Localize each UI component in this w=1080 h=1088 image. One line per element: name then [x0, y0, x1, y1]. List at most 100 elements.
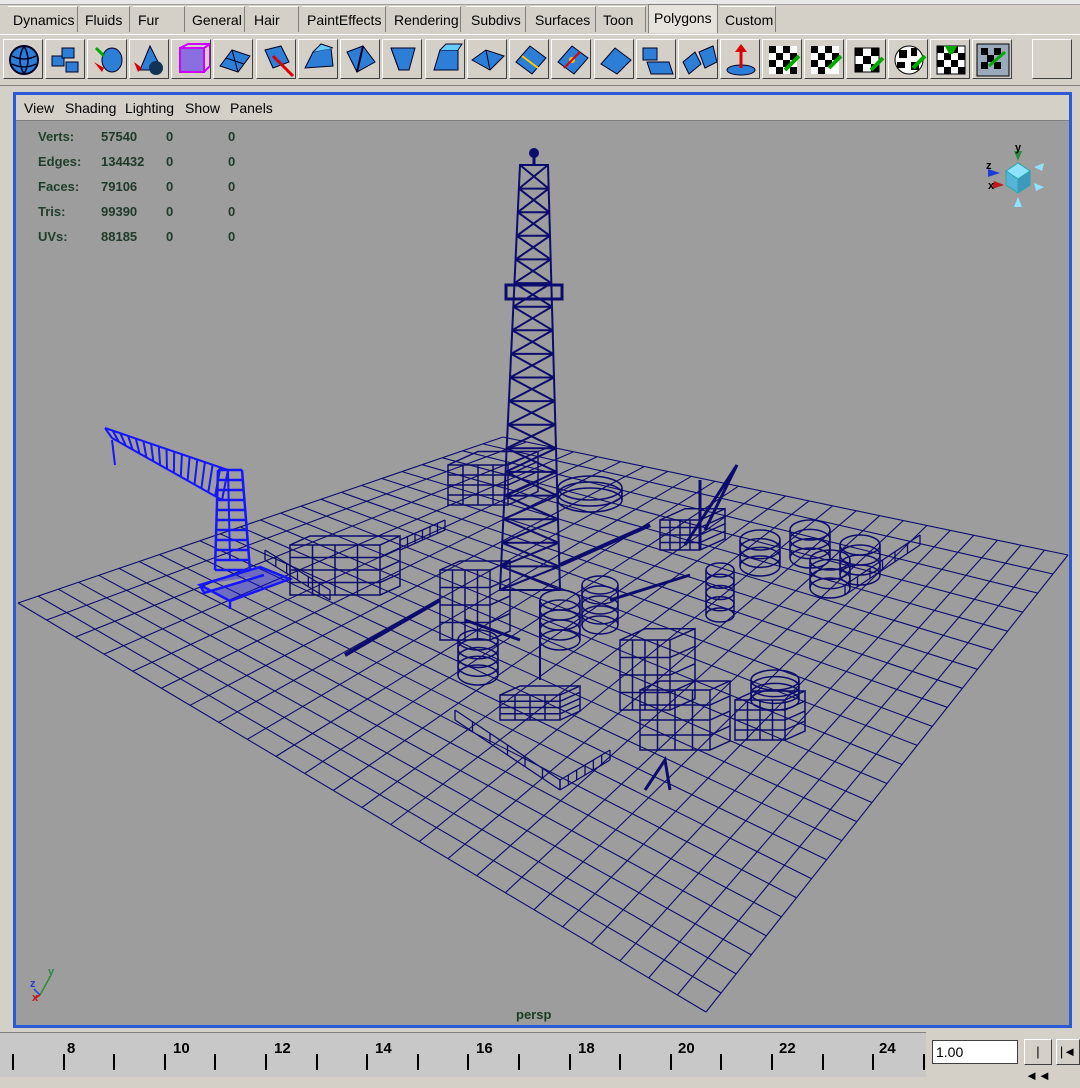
- hud-label: Tris:: [38, 204, 66, 219]
- menu-show[interactable]: Show: [185, 100, 220, 116]
- time-tick: [316, 1054, 318, 1070]
- tab-custom[interactable]: Custom: [720, 6, 776, 32]
- crane-selected[interactable]: [104, 427, 294, 609]
- hud-value-triangles: 0: [228, 129, 236, 144]
- time-tick: [619, 1054, 621, 1070]
- combine-button[interactable]: [636, 39, 676, 79]
- polygon-cone-button[interactable]: [129, 39, 169, 79]
- hud-value-total: 57540: [101, 129, 138, 144]
- extrude-face-icon: [304, 43, 334, 69]
- tab-general[interactable]: General: [187, 6, 245, 32]
- tab-dynamics[interactable]: Dynamics: [8, 6, 78, 32]
- view-cube-gizmo[interactable]: [988, 151, 1044, 207]
- merge-vertex-icon: [557, 45, 589, 75]
- control-module[interactable]: [639, 679, 731, 751]
- deck-railing-north[interactable]: [399, 519, 446, 551]
- polygon-torus-button[interactable]: [171, 39, 211, 79]
- polygon-cylinder-button[interactable]: [87, 39, 127, 79]
- smooth-icon: [264, 45, 295, 78]
- polygon-plane-button[interactable]: [213, 39, 253, 79]
- split-polygon-button[interactable]: [340, 39, 380, 79]
- axis-y-label: y: [48, 966, 55, 978]
- persp-viewport[interactable]: View Shading Lighting Show Panels yzxyzx…: [13, 92, 1072, 1028]
- bridge-button[interactable]: [467, 39, 507, 79]
- separate-icon: [682, 45, 717, 75]
- drill-floor-structure[interactable]: [447, 450, 539, 506]
- tab-rendering[interactable]: Rendering: [389, 6, 461, 32]
- time-tick-label: 18: [578, 1040, 595, 1057]
- hud-value-triangles: 0: [228, 179, 236, 194]
- empty-slot-button[interactable]: [1032, 39, 1072, 79]
- combine-icon: [642, 47, 674, 75]
- polygon-sphere-button[interactable]: [3, 39, 43, 79]
- time-slider: 1.00 |◄◄ |◄ 8 10 12 14 16 18 20 22 24: [0, 1032, 1080, 1083]
- menu-view[interactable]: View: [24, 100, 54, 116]
- axis-z-label: z: [30, 978, 36, 990]
- planar-mapping-button[interactable]: [762, 39, 802, 79]
- append-polygon-icon: [515, 45, 547, 75]
- separate-button[interactable]: [678, 39, 718, 79]
- time-tick: [872, 1054, 874, 1070]
- tab-fur[interactable]: Fur: [133, 6, 185, 32]
- hud-value-triangles: 0: [228, 204, 236, 219]
- menu-lighting[interactable]: Lighting: [125, 100, 174, 116]
- time-tick: [417, 1054, 419, 1070]
- create-uvs-button[interactable]: [720, 39, 760, 79]
- tab-polygons[interactable]: Polygons: [648, 4, 718, 33]
- separator-tank-2[interactable]: [581, 575, 619, 635]
- generator-skid[interactable]: [499, 684, 581, 721]
- hud-value-total: 99390: [101, 204, 138, 219]
- extrude-face-button[interactable]: [298, 39, 338, 79]
- hud-label: Faces:: [38, 179, 80, 194]
- hud-label: Verts:: [38, 129, 75, 144]
- view-cube-x-label: x: [988, 180, 995, 192]
- camera-name-label: persp: [516, 1007, 552, 1022]
- current-frame-field[interactable]: 1.00: [932, 1040, 1018, 1064]
- tab-toon[interactable]: Toon: [598, 6, 646, 32]
- uv-texture-editor-button[interactable]: [930, 39, 970, 79]
- time-tick-label: 16: [476, 1040, 493, 1057]
- bevel-button[interactable]: [425, 39, 465, 79]
- hud-value-total: 88185: [101, 229, 138, 244]
- time-tick: [214, 1054, 216, 1070]
- tab-painteffects[interactable]: PaintEffects: [302, 6, 386, 32]
- rewind-button[interactable]: |◄◄: [1024, 1039, 1052, 1083]
- smooth-button[interactable]: [256, 39, 296, 79]
- polygon-plane-icon: [219, 49, 251, 73]
- pipeline-north[interactable]: [559, 523, 651, 567]
- time-tick: [164, 1054, 166, 1070]
- tab-subdivs[interactable]: Subdivs: [466, 6, 526, 32]
- menu-panels[interactable]: Panels: [230, 100, 273, 116]
- step-back-button[interactable]: |◄: [1056, 1039, 1080, 1065]
- polygon-shelf: [0, 34, 1080, 86]
- utility-module[interactable]: [659, 507, 726, 551]
- extrude-edge-button[interactable]: [382, 39, 422, 79]
- append-polygon-button[interactable]: [509, 39, 549, 79]
- cylindrical-mapping-button[interactable]: [846, 39, 886, 79]
- time-tick: [720, 1054, 722, 1070]
- hud-value-total: 134432: [101, 154, 145, 169]
- hud-label: Edges:: [38, 154, 82, 169]
- layout-uvs-icon: [976, 43, 1010, 77]
- hud-value-triangles: 0: [228, 154, 236, 169]
- time-tick-label: 22: [779, 1040, 796, 1057]
- scene-canvas[interactable]: yzxyzx: [16, 121, 1069, 1025]
- polygon-cube-button[interactable]: [45, 39, 85, 79]
- tab-surfaces[interactable]: Surfaces: [530, 6, 596, 32]
- hud-value-selected: 0: [166, 229, 174, 244]
- layout-uvs-button[interactable]: [972, 39, 1012, 79]
- time-tick: [923, 1054, 925, 1070]
- spherical-mapping-button[interactable]: [888, 39, 928, 79]
- wedge-face-button[interactable]: [594, 39, 634, 79]
- lifeboat[interactable]: [643, 756, 672, 791]
- process-vessel[interactable]: [705, 562, 735, 623]
- polygon-cone-icon: [134, 44, 163, 75]
- tab-fluids[interactable]: Fluids: [80, 6, 130, 32]
- tab-hair[interactable]: Hair: [249, 6, 299, 32]
- time-tick-label: 14: [375, 1040, 392, 1057]
- automatic-mapping-button[interactable]: [804, 39, 844, 79]
- merge-vertex-button[interactable]: [551, 39, 591, 79]
- hud-value-selected: 0: [166, 179, 174, 194]
- menu-shading[interactable]: Shading: [65, 100, 116, 116]
- hud-value-total: 79106: [101, 179, 138, 194]
